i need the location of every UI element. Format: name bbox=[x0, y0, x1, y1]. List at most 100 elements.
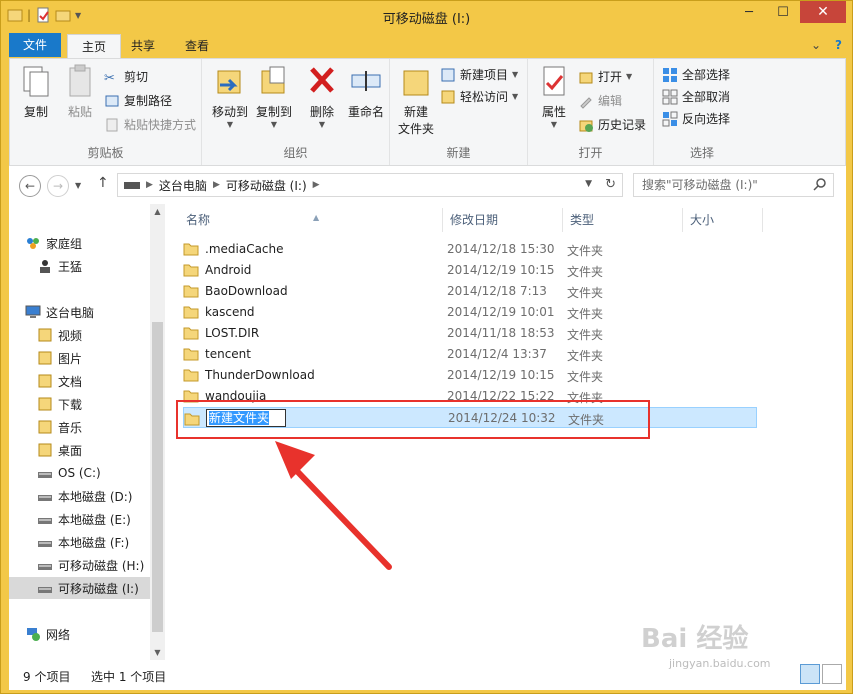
copy-path-button[interactable]: 复制路径 bbox=[104, 91, 172, 111]
nav-item[interactable]: 音乐 bbox=[9, 416, 151, 438]
file-row[interactable]: Android 2014/12/19 10:15 文件夹 bbox=[183, 260, 757, 281]
file-date: 2014/12/18 7:13 bbox=[447, 284, 547, 298]
column-header-modified[interactable]: 修改日期 bbox=[443, 208, 563, 232]
paste-button[interactable]: 粘贴 bbox=[58, 63, 102, 120]
nav-item[interactable]: 王猛 bbox=[9, 255, 151, 277]
column-name-label: 名称 bbox=[186, 213, 211, 227]
cut-button[interactable]: ✂ 剪切 bbox=[104, 67, 148, 87]
close-button[interactable]: ✕ bbox=[800, 1, 846, 23]
scrollbar-thumb[interactable] bbox=[152, 322, 163, 632]
large-icons-view-icon[interactable] bbox=[822, 664, 842, 684]
column-header-size[interactable]: 大小 bbox=[683, 208, 763, 232]
breadcrumb-drive[interactable]: 可移动磁盘 (I:) bbox=[226, 177, 307, 194]
recent-locations-icon[interactable]: ▼ bbox=[75, 181, 81, 190]
scroll-down-icon[interactable]: ▼ bbox=[150, 645, 165, 660]
delete-button[interactable]: 删除 ▼ bbox=[300, 63, 344, 129]
nav-item[interactable]: 视频 bbox=[9, 324, 151, 346]
open-button[interactable]: 打开 ▼ bbox=[578, 67, 632, 87]
select-all-button[interactable]: 全部选择 bbox=[662, 65, 730, 85]
maximize-button[interactable]: ☐ bbox=[766, 1, 800, 23]
ribbon: 复制 粘贴 ✂ 剪切 复制路径 粘贴快捷方式 剪贴板 移动到 ▼ 复制到 ▼ 删… bbox=[9, 58, 846, 166]
annotation-arrow-icon bbox=[275, 441, 392, 570]
refresh-icon[interactable]: ↻ bbox=[605, 177, 616, 192]
ribbon-tab-extras: ⌄ ? bbox=[811, 38, 842, 52]
nav-item[interactable]: 本地磁盘 (F:) bbox=[9, 531, 151, 553]
copy-to-button[interactable]: 复制到 ▼ bbox=[252, 63, 296, 129]
rename-button[interactable]: 重命名 bbox=[346, 63, 386, 120]
file-row[interactable]: BaoDownload 2014/12/18 7:13 文件夹 bbox=[183, 281, 757, 302]
file-name: Android bbox=[205, 263, 252, 277]
folder-icon bbox=[183, 369, 199, 382]
tab-file[interactable]: 文件 bbox=[9, 33, 62, 57]
nav-item[interactable]: 文档 bbox=[9, 370, 151, 392]
nav-item[interactable]: 可移动磁盘 (H:) bbox=[9, 554, 151, 576]
easy-access-button[interactable]: 轻松访问 ▼ bbox=[440, 87, 518, 107]
nav-item[interactable]: 本地磁盘 (E:) bbox=[9, 508, 151, 530]
properties-button[interactable]: 属性 ▼ bbox=[532, 63, 576, 129]
file-name: ThunderDownload bbox=[205, 368, 315, 382]
nav-item[interactable]: 家庭组 bbox=[9, 232, 151, 254]
file-row[interactable]: kascend 2014/12/19 10:01 文件夹 bbox=[183, 302, 757, 323]
invert-selection-icon bbox=[662, 111, 678, 127]
edit-button[interactable]: 编辑 bbox=[578, 91, 622, 111]
drive-icon bbox=[38, 495, 52, 501]
edit-icon bbox=[580, 97, 592, 109]
nav-item-label: 可移动磁盘 (H:) bbox=[58, 558, 145, 573]
search-input[interactable]: 搜索"可移动磁盘 (I:)" bbox=[633, 173, 834, 197]
paste-shortcut-button[interactable]: 粘贴快捷方式 bbox=[104, 115, 196, 135]
help-icon[interactable]: ? bbox=[835, 38, 842, 52]
address-history-dropdown-icon[interactable]: ▼ bbox=[585, 179, 592, 189]
breadcrumb-separator-icon: ▶ bbox=[312, 180, 320, 190]
search-icon[interactable] bbox=[813, 177, 827, 191]
nav-item-label: 视频 bbox=[58, 328, 83, 343]
invert-selection-button[interactable]: 反向选择 bbox=[662, 109, 730, 129]
nav-item[interactable]: OS (C:) bbox=[9, 462, 151, 484]
file-type: 文件夹 bbox=[567, 307, 604, 321]
nav-item-label: 文档 bbox=[58, 374, 83, 389]
nav-item[interactable]: 可移动磁盘 (I:) bbox=[9, 577, 151, 599]
up-button[interactable]: ↑ bbox=[97, 175, 109, 191]
tab-view[interactable]: 查看 bbox=[171, 34, 223, 59]
paste-shortcut-label: 粘贴快捷方式 bbox=[124, 118, 197, 132]
file-row[interactable]: .mediaCache 2014/12/18 15:30 文件夹 bbox=[183, 239, 757, 260]
nav-item[interactable]: 图片 bbox=[9, 347, 151, 369]
tab-share[interactable]: 共享 bbox=[117, 34, 169, 59]
address-field[interactable]: ▶ 这台电脑 ▶ 可移动磁盘 (I:) ▶ ▼ ↻ bbox=[117, 173, 623, 197]
breadcrumb-this-pc[interactable]: 这台电脑 bbox=[159, 177, 207, 194]
file-name: .mediaCache bbox=[205, 242, 284, 256]
back-button[interactable]: ← bbox=[19, 175, 41, 197]
tab-home[interactable]: 主页 bbox=[67, 34, 122, 59]
history-button[interactable]: 历史记录 bbox=[578, 115, 646, 135]
file-date: 2014/11/18 18:53 bbox=[447, 326, 555, 340]
nav-item[interactable]: 这台电脑 bbox=[9, 301, 151, 323]
scroll-up-icon[interactable]: ▲ bbox=[150, 204, 165, 219]
file-date: 2014/12/19 10:15 bbox=[447, 368, 555, 382]
select-none-button[interactable]: 全部取消 bbox=[662, 87, 730, 107]
copy-path-label: 复制路径 bbox=[124, 94, 173, 108]
forward-button[interactable]: → bbox=[47, 175, 69, 197]
nav-scrollbar[interactable]: ▲ ▼ bbox=[150, 204, 165, 660]
move-to-button[interactable]: 移动到 ▼ bbox=[208, 63, 252, 129]
copy-button[interactable]: 复制 bbox=[14, 63, 58, 120]
windows-drive-icon bbox=[38, 472, 52, 478]
file-row[interactable]: tencent 2014/12/4 13:37 文件夹 bbox=[183, 344, 757, 365]
paste-shortcut-icon bbox=[106, 118, 118, 132]
nav-item[interactable]: 下载 bbox=[9, 393, 151, 415]
copy-to-icon bbox=[261, 66, 285, 94]
user-icon bbox=[40, 260, 50, 273]
minimize-button[interactable]: ─ bbox=[732, 1, 766, 23]
file-row[interactable]: LOST.DIR 2014/11/18 18:53 文件夹 bbox=[183, 323, 757, 344]
details-view-icon[interactable] bbox=[800, 664, 820, 684]
pictures-icon bbox=[38, 351, 52, 365]
expand-ribbon-icon[interactable]: ⌄ bbox=[811, 38, 821, 52]
column-header-type[interactable]: 类型 bbox=[563, 208, 683, 232]
group-clipboard: 复制 粘贴 ✂ 剪切 复制路径 粘贴快捷方式 剪贴板 bbox=[10, 59, 202, 165]
nav-item[interactable]: 网络 bbox=[9, 623, 151, 645]
new-item-button[interactable]: 新建项目 ▼ bbox=[440, 65, 518, 85]
nav-item[interactable]: 本地磁盘 (D:) bbox=[9, 485, 151, 507]
title-bar: | ▼ 可移动磁盘 (I:) ─ ☐ ✕ bbox=[1, 1, 852, 32]
column-header-name[interactable]: ▲ 名称 bbox=[179, 208, 443, 232]
file-row[interactable]: ThunderDownload 2014/12/19 10:15 文件夹 bbox=[183, 365, 757, 386]
new-folder-button[interactable]: 新建 文件夹 bbox=[394, 63, 438, 137]
nav-item[interactable]: 桌面 bbox=[9, 439, 151, 461]
